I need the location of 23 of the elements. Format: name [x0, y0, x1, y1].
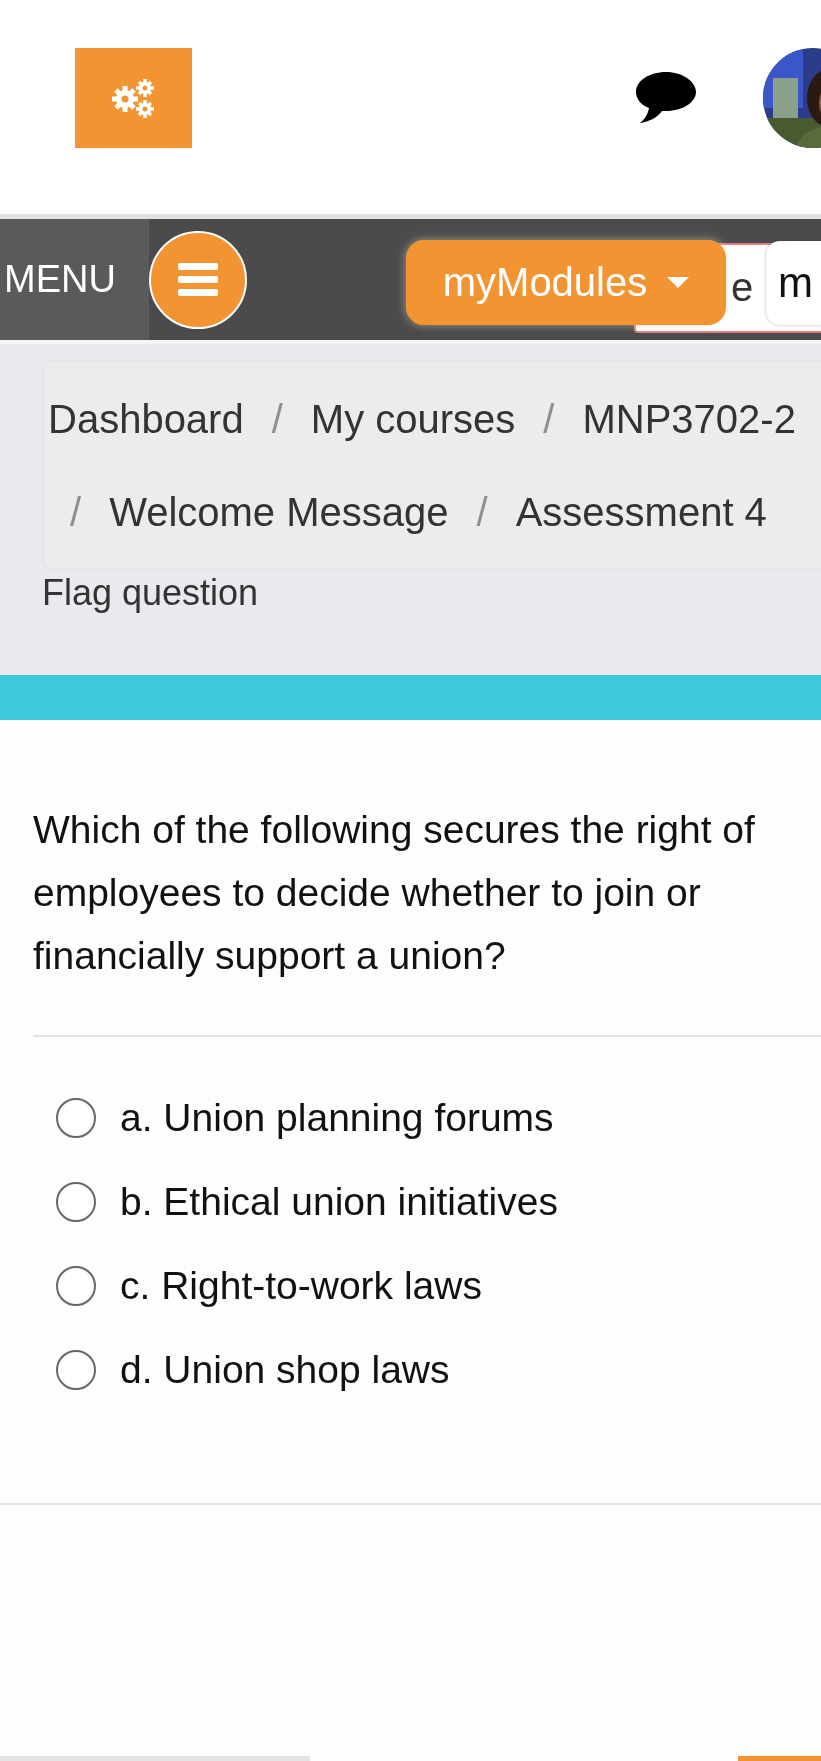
answer-option[interactable]: d. Union shop laws [120, 1348, 450, 1392]
chat-icon[interactable] [634, 70, 698, 126]
breadcrumb-link[interactable]: MNP3702-2 [582, 395, 796, 442]
answer-option[interactable]: c. Right-to-work laws [120, 1264, 482, 1308]
breadcrumb-separator: / [70, 488, 82, 535]
radio-button[interactable] [56, 1266, 96, 1306]
breadcrumb-link[interactable]: Assessment 4 [515, 488, 767, 535]
radio-button[interactable] [56, 1182, 96, 1222]
breadcrumb-link[interactable]: Dashboard [48, 395, 244, 442]
answer-option[interactable]: a. Union planning forums [120, 1096, 554, 1140]
caret-icon [667, 277, 690, 288]
breadcrumb-separator: / [476, 488, 488, 535]
breadcrumb-separator: / [271, 395, 283, 442]
answer-option[interactable]: b. Ethical union initiatives [120, 1180, 558, 1224]
breadcrumb-link[interactable]: My courses [310, 395, 516, 442]
question-text: Which of the following secures the right of employees to decide whether to join or financially support a union? [33, 807, 756, 979]
radio-button[interactable] [56, 1350, 96, 1390]
flag-question-link[interactable]: Flag question [42, 572, 821, 614]
search-input[interactable]: m [766, 241, 821, 325]
menu-icon [178, 262, 218, 297]
radio-button[interactable] [56, 1098, 96, 1138]
breadcrumb-separator: / [543, 395, 555, 442]
breadcrumb-link[interactable]: Welcome Message [109, 488, 449, 535]
